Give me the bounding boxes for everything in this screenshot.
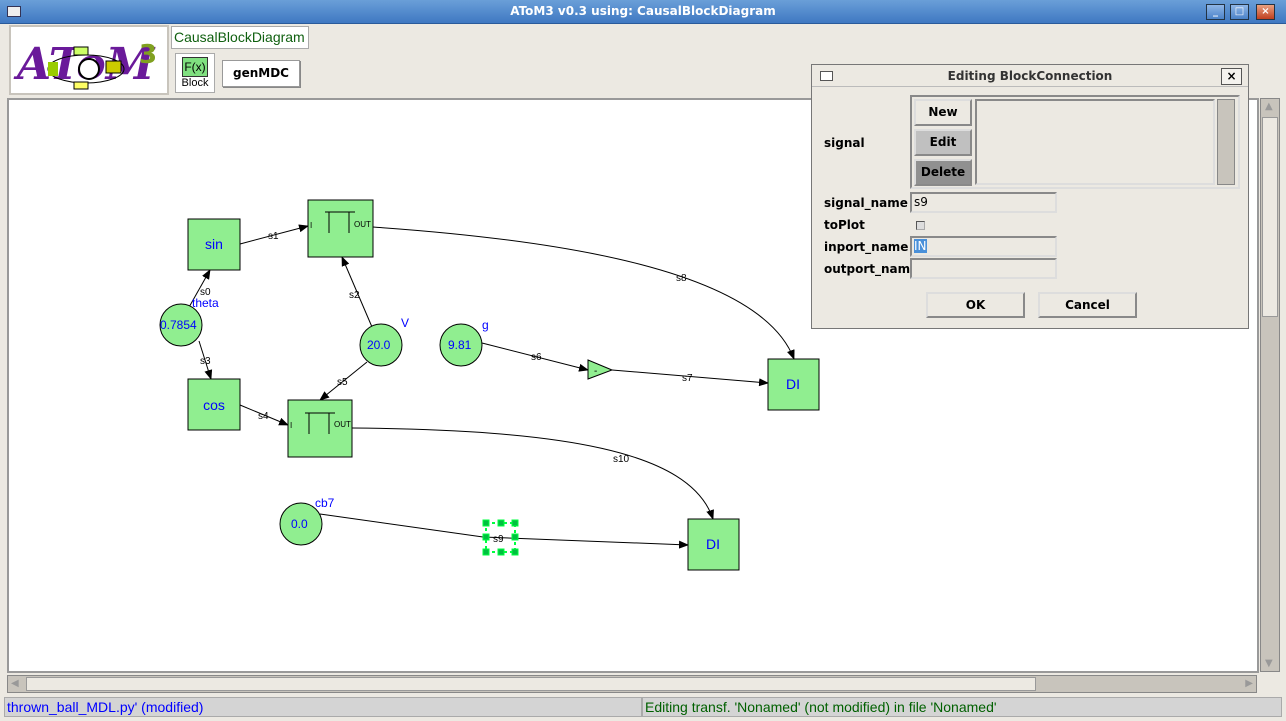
signal-label: s6 bbox=[531, 352, 542, 363]
negate-label: - bbox=[594, 366, 597, 377]
delete-button[interactable]: Delete bbox=[914, 159, 972, 186]
scroll-left-icon[interactable]: ◀ bbox=[11, 678, 19, 689]
scrollbar-thumb[interactable] bbox=[26, 677, 1036, 691]
sin-label: sin bbox=[205, 236, 223, 252]
constant-value: 0.7854 bbox=[160, 318, 197, 332]
scroll-up-icon[interactable]: ▲ bbox=[1265, 101, 1273, 112]
signal-listbox[interactable] bbox=[975, 99, 1215, 185]
signal-label: s10 bbox=[613, 454, 630, 465]
vertical-scrollbar[interactable]: ▲ ▼ bbox=[1260, 98, 1280, 672]
horizontal-scrollbar[interactable]: ◀ ▶ bbox=[7, 675, 1257, 693]
outport-name-label: outport_name bbox=[824, 262, 919, 276]
close-icon[interactable]: × bbox=[1221, 68, 1242, 85]
signal-label: s5 bbox=[337, 377, 348, 388]
di-label: DI bbox=[706, 536, 720, 552]
constant-value: 20.0 bbox=[367, 338, 391, 352]
signal-name-label: signal_name bbox=[824, 196, 908, 210]
toplot-label: toPlot bbox=[824, 218, 865, 232]
status-transformation: Editing transf. 'Nonamed' (not modified)… bbox=[642, 697, 1282, 717]
signal-list[interactable]: New Edit Delete bbox=[910, 95, 1240, 189]
ok-button[interactable]: OK bbox=[926, 292, 1025, 318]
edit-button[interactable]: Edit bbox=[914, 129, 972, 156]
signal-label: s1 bbox=[268, 231, 279, 242]
signal-name-input[interactable]: s9 bbox=[910, 192, 1057, 213]
dialog-title: Editing BlockConnection bbox=[947, 69, 1113, 83]
dialog-title-bar: Editing BlockConnection × bbox=[812, 65, 1248, 87]
constant-name: cb7 bbox=[315, 496, 335, 510]
signal-label: signal bbox=[824, 136, 865, 150]
signal-label: s8 bbox=[676, 273, 687, 284]
selected-text: IN bbox=[914, 239, 927, 253]
constant-value: 9.81 bbox=[448, 338, 472, 352]
cos-label: cos bbox=[203, 397, 225, 413]
signal-label: s9 bbox=[493, 534, 504, 545]
out-port-label: OUT bbox=[354, 220, 371, 229]
list-scrollbar[interactable] bbox=[1217, 99, 1235, 185]
constant-name: theta bbox=[192, 296, 219, 310]
in-port-label: I bbox=[310, 221, 312, 230]
signal-label: s7 bbox=[682, 373, 693, 384]
inport-name-label: inport_name bbox=[824, 240, 909, 254]
edit-connection-dialog: Editing BlockConnection × signal New Edi… bbox=[811, 64, 1249, 329]
signal-label: s4 bbox=[258, 411, 269, 422]
scrollbar-thumb[interactable] bbox=[1262, 117, 1278, 317]
constant-name: g bbox=[482, 318, 489, 332]
constant-name: V bbox=[401, 316, 409, 330]
signal-label: s2 bbox=[349, 290, 360, 301]
cancel-button[interactable]: Cancel bbox=[1038, 292, 1137, 318]
in-port-label: I bbox=[290, 421, 292, 430]
inport-name-input[interactable]: IN bbox=[910, 236, 1057, 257]
status-file: thrown_ball_MDL.py' (modified) bbox=[4, 697, 642, 717]
di-label: DI bbox=[786, 376, 800, 392]
new-button[interactable]: New bbox=[914, 99, 972, 126]
window-menu-icon[interactable] bbox=[820, 71, 833, 81]
constant-value: 0.0 bbox=[291, 517, 308, 531]
out-port-label: OUT bbox=[334, 420, 351, 429]
scroll-right-icon[interactable]: ▶ bbox=[1245, 678, 1253, 689]
toplot-checkbox[interactable] bbox=[916, 221, 925, 230]
signal-label: s3 bbox=[200, 356, 211, 367]
outport-name-input[interactable] bbox=[910, 258, 1057, 279]
scroll-down-icon[interactable]: ▼ bbox=[1265, 658, 1273, 669]
